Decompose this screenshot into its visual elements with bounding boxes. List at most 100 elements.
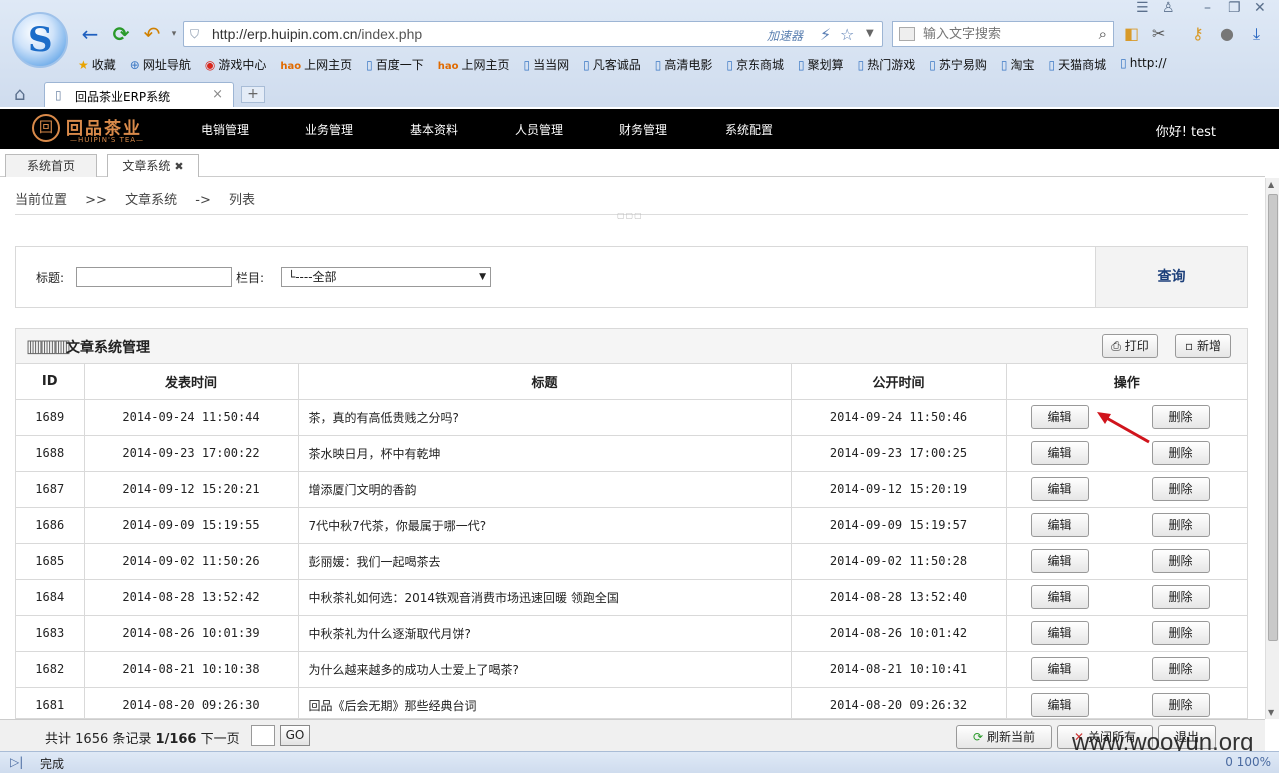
- close-window-icon[interactable]: ✕: [1254, 0, 1266, 16]
- back-icon[interactable]: ←: [78, 22, 102, 46]
- scrollbar-thumb[interactable]: [1268, 194, 1278, 641]
- delete-button[interactable]: 删除: [1151, 440, 1210, 465]
- delete-button[interactable]: 删除: [1151, 656, 1210, 681]
- cell-title[interactable]: 中秋茶礼如何选：2014铁观音消费市场迅速回暖 领跑全国: [298, 579, 792, 616]
- delete-button[interactable]: 删除: [1151, 548, 1210, 573]
- chevron-down-icon[interactable]: ▼: [866, 28, 874, 39]
- scroll-up-icon[interactable]: ▲: [1268, 180, 1274, 189]
- bookmark-item[interactable]: ▯ 当当网: [524, 56, 570, 76]
- total-count: 1656: [75, 732, 109, 747]
- restore-icon[interactable]: ❐: [1228, 0, 1241, 16]
- close-tab-icon[interactable]: ✖: [174, 160, 183, 173]
- star-icon[interactable]: ☆: [840, 25, 854, 44]
- delete-button[interactable]: 删除: [1151, 404, 1210, 429]
- bookmark-item[interactable]: ▯ 淘宝: [1001, 56, 1035, 76]
- extension-icon[interactable]: ◧: [1124, 24, 1139, 43]
- new-tab-button[interactable]: +: [241, 86, 265, 103]
- search-engine-icon[interactable]: [899, 27, 915, 41]
- tab-article-system[interactable]: 文章系统 ✖: [107, 154, 199, 177]
- page-info: 1/166: [155, 732, 197, 747]
- bookmark-item[interactable]: hao 上网主页: [280, 56, 352, 76]
- search-icon[interactable]: ⌕: [1099, 25, 1107, 43]
- edit-button[interactable]: 编辑: [1030, 692, 1089, 717]
- close-tab-icon[interactable]: ×: [212, 87, 223, 102]
- address-url[interactable]: http://erp.huipin.com.cn/index.php: [212, 26, 422, 42]
- skin-icon[interactable]: ♙: [1162, 0, 1175, 16]
- delete-button[interactable]: 删除: [1151, 476, 1210, 501]
- title-input[interactable]: [76, 267, 232, 287]
- edit-button[interactable]: 编辑: [1030, 512, 1089, 537]
- address-bar[interactable]: ⛉ http://erp.huipin.com.cn/index.php 加速器…: [183, 21, 883, 47]
- delete-button[interactable]: 删除: [1151, 584, 1210, 609]
- cell-title[interactable]: 茶，真的有高低贵贱之分吗?: [298, 399, 792, 436]
- cell-title[interactable]: 彭丽媛：我们一起喝茶去: [298, 543, 792, 580]
- play-icon[interactable]: ▷|: [10, 755, 23, 769]
- scissors-icon[interactable]: ✂: [1152, 24, 1165, 43]
- home-icon[interactable]: ⌂: [14, 84, 25, 105]
- splitter-handle[interactable]: ▢▢▢: [617, 211, 643, 220]
- undo-icon[interactable]: ↶: [140, 22, 164, 46]
- search-input[interactable]: [923, 25, 1083, 43]
- refresh-icon[interactable]: ⟳: [109, 22, 133, 46]
- edit-button[interactable]: 编辑: [1030, 476, 1089, 501]
- bookmark-item[interactable]: ▯ 热门游戏: [858, 56, 916, 76]
- bookmark-item[interactable]: ★ 收藏: [78, 56, 116, 76]
- delete-button[interactable]: 删除: [1151, 620, 1210, 645]
- add-button[interactable]: ▫ 新增: [1175, 334, 1231, 358]
- nav-item-basic-data[interactable]: 基本资料: [410, 121, 458, 138]
- bookmark-item[interactable]: ▯ 京东商城: [726, 56, 784, 76]
- menu-icon[interactable]: ☰: [1136, 0, 1149, 16]
- scroll-down-icon[interactable]: ▼: [1268, 708, 1274, 717]
- zoom-indicator[interactable]: 0 100%: [1225, 755, 1271, 769]
- search-box[interactable]: ⌕: [892, 21, 1114, 47]
- bookmark-item[interactable]: ▯ 百度一下: [366, 56, 424, 76]
- refresh-current-button[interactable]: ⟳ 刷新当前: [956, 725, 1052, 749]
- tab-system-home[interactable]: 系统首页: [5, 154, 97, 177]
- lightning-icon[interactable]: ⚡: [820, 25, 831, 44]
- bookmark-item[interactable]: ▯ 苏宁易购: [929, 56, 987, 76]
- edit-button[interactable]: 编辑: [1030, 620, 1089, 645]
- key-icon[interactable]: ⚷: [1192, 24, 1204, 43]
- chat-icon[interactable]: ●: [1220, 24, 1234, 43]
- edit-button[interactable]: 编辑: [1030, 440, 1089, 465]
- nav-item-finance[interactable]: 财务管理: [619, 121, 667, 138]
- delete-button[interactable]: 删除: [1151, 512, 1210, 537]
- category-label: 栏目:: [236, 271, 265, 285]
- cell-title[interactable]: 茶水映日月，杯中有乾坤: [298, 435, 792, 472]
- cell-published-time: 2014-08-26 10:01:42: [791, 615, 1007, 652]
- bookmark-item[interactable]: ⊕ 网址导航: [130, 56, 191, 76]
- next-page-link[interactable]: 下一页: [201, 732, 240, 747]
- bookmark-item[interactable]: ◉ 游戏中心: [205, 56, 267, 76]
- bookmark-item[interactable]: ▯ 天猫商城: [1049, 56, 1107, 76]
- nav-item-system-config[interactable]: 系统配置: [725, 121, 773, 138]
- browser-tab[interactable]: ▯ 回品茶业ERP系统 ×: [44, 82, 234, 107]
- delete-button[interactable]: 删除: [1151, 692, 1210, 717]
- cell-title[interactable]: 中秋茶礼为什么逐渐取代月饼?: [298, 615, 792, 652]
- cell-title[interactable]: 为什么越来越多的成功人士爱上了喝茶?: [298, 651, 792, 688]
- category-select[interactable]: └----全部 ▼: [281, 267, 491, 287]
- bookmark-item[interactable]: hao 上网主页: [438, 56, 510, 76]
- cell-title[interactable]: 回品《后会无期》那些经典台词: [298, 687, 792, 719]
- vertical-scrollbar[interactable]: ▲ ▼: [1265, 178, 1279, 719]
- query-button[interactable]: 查询: [1095, 247, 1247, 307]
- download-icon[interactable]: ⤓: [1253, 24, 1260, 44]
- edit-button[interactable]: 编辑: [1030, 404, 1089, 429]
- nav-item-telesales[interactable]: 电销管理: [201, 121, 249, 138]
- cell-title[interactable]: 7代中秋7代茶，你最属于哪一代?: [298, 507, 792, 544]
- accelerator-label[interactable]: 加速器: [767, 27, 803, 44]
- bookmark-item[interactable]: ▯ 高清电影: [655, 56, 713, 76]
- nav-item-personnel[interactable]: 人员管理: [515, 121, 563, 138]
- edit-button[interactable]: 编辑: [1030, 656, 1089, 681]
- nav-item-business[interactable]: 业务管理: [305, 121, 353, 138]
- cell-title[interactable]: 增添厦门文明的香韵: [298, 471, 792, 508]
- minimize-icon[interactable]: –: [1204, 0, 1211, 16]
- page-number-input[interactable]: [251, 725, 275, 746]
- bookmark-item[interactable]: ▯ http://: [1120, 56, 1166, 76]
- print-button[interactable]: ⎙ 打印: [1102, 334, 1158, 358]
- edit-button[interactable]: 编辑: [1030, 584, 1089, 609]
- bookmark-item[interactable]: ▯ 凡客诚品: [583, 56, 641, 76]
- bookmark-item[interactable]: ▯ 聚划算: [798, 56, 844, 76]
- cell-posted-time: 2014-09-12 15:20:21: [84, 471, 299, 508]
- go-button[interactable]: GO: [280, 725, 310, 746]
- edit-button[interactable]: 编辑: [1030, 548, 1089, 573]
